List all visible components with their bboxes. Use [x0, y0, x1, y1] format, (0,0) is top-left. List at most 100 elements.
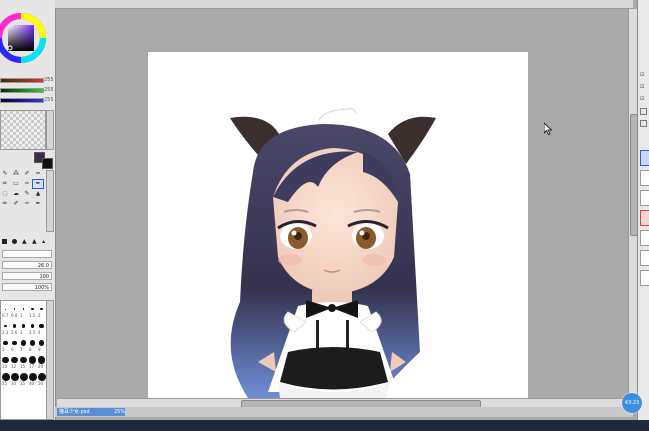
fill-tool-icon[interactable]: ▲: [33, 190, 43, 198]
blending-dropdown[interactable]: [2, 250, 52, 258]
brush-size-dot[interactable]: [19, 373, 28, 381]
secondary-color-swatch[interactable]: [42, 158, 53, 169]
layer-thumb[interactable]: [640, 170, 649, 186]
brush-size-dot[interactable]: [10, 373, 19, 381]
size-value: 26.0: [37, 263, 49, 269]
shape-mountain-icon[interactable]: ▲: [32, 238, 37, 245]
layer-panel-item[interactable]: ⊡: [640, 72, 648, 78]
cursor-arrow-icon: [544, 123, 552, 135]
brush-size-dot[interactable]: [20, 340, 27, 346]
brush-size-dot[interactable]: [37, 356, 46, 364]
layer-panel-item[interactable]: ⊡: [640, 96, 648, 102]
water-tool-icon[interactable]: ≈: [33, 170, 43, 178]
brush-size-dot[interactable]: [5, 308, 6, 310]
brush-size-dot[interactable]: [28, 373, 37, 381]
canvas-area[interactable]: [57, 9, 628, 398]
tool-scrollbar[interactable]: [46, 170, 54, 232]
eraser-tool-icon[interactable]: ▭: [11, 180, 21, 188]
airbrush-tool-icon[interactable]: ⁂: [11, 170, 21, 178]
blur-tool-icon[interactable]: ◌: [0, 190, 10, 198]
select-pen-tool-icon[interactable]: ✑: [22, 180, 32, 188]
brush-size-dot[interactable]: [30, 324, 35, 328]
shape-peak-icon[interactable]: ▴: [42, 238, 45, 245]
layer-thumb[interactable]: [640, 270, 649, 286]
brush-size-label: 40: [29, 381, 35, 386]
left-tool-panel: 255 255 255 ✎ ⁂ ✐ ≈ ✏ ▭ ✑ ✒ ◌ ☁ ✎ ▲ ✏ ✐ …: [0, 0, 56, 420]
layer-thumb-red[interactable]: [640, 210, 649, 226]
os-taskbar: [0, 420, 649, 431]
brush-size-label: 1: [20, 313, 23, 318]
brush-tool-icon[interactable]: ✐: [22, 170, 32, 178]
brush-size-label: 8: [29, 347, 32, 352]
brush-size-dot[interactable]: [13, 308, 16, 310]
brush-size-dot[interactable]: [40, 307, 43, 311]
brush-size-dot[interactable]: [39, 323, 44, 329]
layer-thumb[interactable]: [640, 230, 649, 246]
color-wheel-icon[interactable]: [0, 2, 52, 74]
layer-thumb[interactable]: [640, 190, 649, 206]
color-swatch-grid[interactable]: [0, 110, 46, 150]
shape-square-icon[interactable]: [2, 239, 7, 244]
custom-tool-2-icon[interactable]: ✑: [22, 200, 32, 208]
brush-size-dot[interactable]: [31, 307, 34, 311]
swatch-scrollbar[interactable]: [46, 110, 54, 150]
density-field[interactable]: 100: [2, 272, 52, 280]
custom-tool-3-icon[interactable]: ✒: [33, 200, 43, 208]
red-value: 255: [44, 77, 54, 83]
layer-panel-item[interactable]: ⊡: [640, 84, 648, 90]
brush-size-label: 4: [38, 330, 41, 335]
brush-size-dot[interactable]: [37, 373, 46, 381]
brush-size-label: 5: [2, 347, 5, 352]
layer-thumb[interactable]: [640, 250, 649, 266]
brush-size-dot[interactable]: [20, 356, 27, 364]
brush-size-dot[interactable]: [12, 324, 17, 328]
smudge-tool-icon[interactable]: ☁: [11, 190, 21, 198]
binary-pen-tool-icon[interactable]: ✎: [22, 190, 32, 198]
brush-size-label: 9: [38, 347, 41, 352]
brush-size-dot[interactable]: [28, 356, 37, 364]
pencil-tool-icon[interactable]: ✏: [0, 200, 10, 208]
brush-size-dot[interactable]: [29, 340, 36, 346]
brush-size-dot[interactable]: [21, 324, 26, 328]
pen-tool-icon[interactable]: ✎: [0, 170, 10, 178]
blue-slider[interactable]: [0, 98, 44, 103]
timer-text: 43:23: [624, 400, 640, 406]
selected-brush-tool-icon[interactable]: ✒: [32, 179, 44, 189]
brush-size-label: 7: [20, 347, 23, 352]
layer-checkbox[interactable]: [640, 108, 647, 115]
brush-size-label: 1.5: [29, 313, 36, 318]
brush-size-dot[interactable]: [1, 373, 10, 381]
brush-size-label: 35: [20, 381, 26, 386]
green-value: 255: [44, 87, 54, 93]
brush-palette-scrollbar[interactable]: [46, 300, 54, 420]
brush-size-label: 10: [2, 364, 8, 369]
brush-shape-row[interactable]: ▲ ▲ ▴: [2, 238, 50, 246]
chibi-cat-girl-illustration: [230, 107, 436, 398]
brush-size-label: 20: [38, 364, 44, 369]
shape-triangle-icon[interactable]: ▲: [22, 238, 27, 245]
brush-size-dot[interactable]: [12, 340, 17, 346]
green-slider[interactable]: [0, 88, 44, 93]
red-slider[interactable]: [0, 78, 44, 83]
brush-size-dot[interactable]: [2, 356, 9, 364]
opacity-field[interactable]: 100%: [2, 283, 52, 291]
layer-checkbox[interactable]: [640, 120, 647, 127]
brush-size-label: 3: [20, 330, 23, 335]
brush-size-label: 6: [11, 347, 14, 352]
shape-circle-icon[interactable]: [12, 239, 17, 244]
right-layer-panel: ⊡ ⊡ ⊡: [637, 0, 649, 420]
brush-size-label: 12: [11, 364, 17, 369]
brush-size-label: 2.6: [11, 330, 18, 335]
brush-size-label: 15: [20, 364, 26, 369]
brush-size-label: 0.7: [2, 313, 9, 318]
brush-size-dot[interactable]: [11, 356, 18, 364]
marker-tool-icon[interactable]: ✏: [0, 180, 10, 188]
brush-size-dot[interactable]: [4, 324, 7, 328]
artwork-canvas[interactable]: [148, 52, 528, 398]
brush-size-dot[interactable]: [22, 308, 25, 310]
brush-size-dot[interactable]: [38, 340, 45, 346]
brush-size-dot[interactable]: [3, 340, 8, 346]
size-field[interactable]: 26.0: [2, 261, 52, 269]
layer-thumb-selected[interactable]: [640, 150, 649, 166]
custom-tool-icon[interactable]: ✐: [11, 200, 21, 208]
